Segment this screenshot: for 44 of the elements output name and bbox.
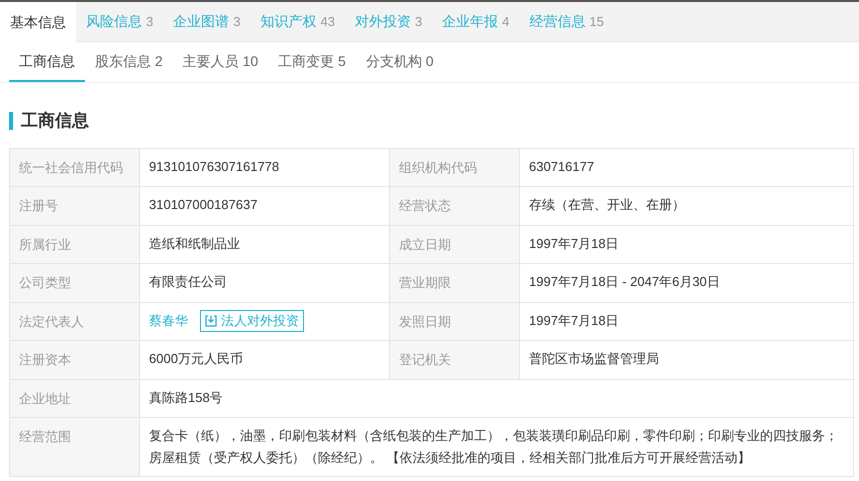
main-tab[interactable]: 知识产权 43: [250, 2, 345, 41]
person-link[interactable]: 蔡春华: [149, 310, 188, 332]
field-value: 造纸和纸制品业: [149, 234, 240, 252]
field-label: 发照日期: [399, 314, 451, 328]
sub-tab[interactable]: 主要人员 10: [172, 42, 268, 82]
field-value: 存续（在营、开业、在册）: [529, 196, 685, 214]
field-value: 复合卡（纸），油墨，印刷包装材料（含纸包装的生产加工），包装装璜印刷品印刷，零件印刷；印刷专业的四技服务；房屋租赁（受产权人委托）（除经纪）。 【依法须经批准的项目，经相关部门批准后方可开展经营活动】: [149, 427, 839, 467]
field-label: 注册号: [19, 198, 58, 213]
sub-tab[interactable]: 工商信息: [9, 42, 85, 82]
field-label: 法定代表人: [19, 314, 84, 328]
section-marker: [9, 112, 13, 130]
main-tab[interactable]: 风险信息 3: [76, 2, 164, 41]
main-tab[interactable]: 对外投资 3: [344, 2, 432, 41]
field-value: 6000万元人民币: [149, 350, 243, 368]
sub-tab[interactable]: 股东信息 2: [85, 42, 173, 82]
field-value: 310107000187637: [149, 196, 258, 214]
field-value: 913101076307161778: [149, 158, 280, 176]
field-label: 统一社会信用代码: [19, 160, 123, 174]
main-tab[interactable]: 基本信息: [0, 2, 76, 43]
sub-tab[interactable]: 工商变更 5: [268, 42, 356, 82]
field-value: 1997年7月18日: [529, 312, 619, 330]
section-title: 工商信息: [21, 110, 89, 132]
field-value: 630716177: [529, 158, 594, 176]
field-value: 真陈路158号: [149, 388, 223, 406]
field-label: 公司类型: [19, 275, 71, 290]
field-label: 组织机构代码: [399, 160, 477, 174]
field-value: 普陀区市场监督管理局: [529, 350, 659, 368]
field-label: 营业期限: [399, 275, 451, 290]
field-value: 1997年7月18日 - 2047年6月30日: [529, 273, 720, 291]
field-label: 登记机关: [399, 352, 451, 367]
field-label: 企业地址: [19, 390, 71, 406]
field-label: 所属行业: [19, 236, 71, 252]
download-icon: [205, 314, 217, 326]
main-tab[interactable]: 企业图谱 3: [163, 2, 250, 41]
field-label: 经营状态: [399, 198, 451, 213]
investment-button[interactable]: 法人对外投资: [200, 310, 304, 332]
field-value: 1997年7月18日: [529, 234, 619, 252]
main-tab[interactable]: 企业年报 4: [432, 2, 520, 41]
field-value: 有限责任公司: [149, 273, 227, 291]
main-tab[interactable]: 经营信息 15: [519, 2, 614, 41]
field-label: 成立日期: [399, 236, 451, 252]
sub-tab[interactable]: 分支机构 0: [356, 42, 444, 82]
field-label: 注册资本: [19, 352, 71, 367]
field-label: 经营范围: [19, 429, 71, 444]
